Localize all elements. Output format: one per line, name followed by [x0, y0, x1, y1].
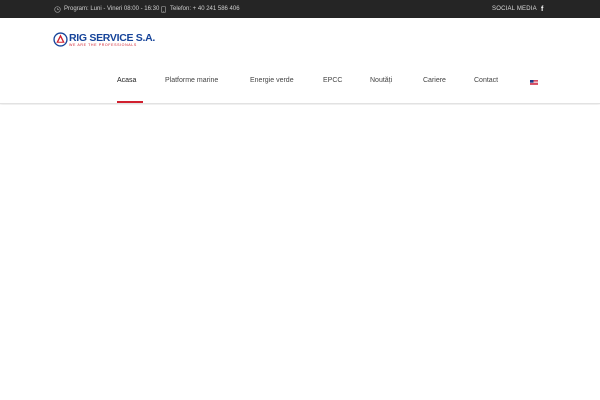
- active-nav-indicator: [117, 101, 143, 103]
- us-flag-icon[interactable]: [530, 80, 538, 85]
- nav-item-epcc[interactable]: EPCC: [323, 74, 342, 104]
- schedule-text: Program: Luni - Vineri 08:00 - 16:30: [64, 6, 160, 12]
- company-logo[interactable]: RIG SERVICE S.A. WE ARE THE PROFESSIONAL…: [53, 32, 155, 48]
- nav-item-contact[interactable]: Contact: [474, 74, 498, 104]
- nav-item-energie-verde[interactable]: Energie verde: [250, 74, 294, 104]
- schedule-info: Program: Luni - Vineri 08:00 - 16:30: [54, 0, 159, 18]
- facebook-icon[interactable]: f: [541, 0, 543, 18]
- main-content: [0, 105, 600, 400]
- nav-item-platforme-marine[interactable]: Platforme marine: [165, 74, 218, 104]
- nav-item-cariere[interactable]: Cariere: [423, 74, 446, 104]
- phone-text[interactable]: Telefon: + 40 241 586 406: [170, 6, 240, 12]
- phone-info: Telefon: + 40 241 586 406: [160, 0, 240, 18]
- social-media-label: SOCIAL MEDIA: [492, 6, 537, 12]
- site-header: RIG SERVICE S.A. WE ARE THE PROFESSIONAL…: [0, 18, 600, 104]
- clock-icon: [54, 5, 61, 13]
- main-navigation: Acasa Platforme marine Energie verde EPC…: [0, 74, 600, 104]
- top-info-bar: Program: Luni - Vineri 08:00 - 16:30 Tel…: [0, 0, 600, 18]
- logo-tagline: WE ARE THE PROFESSIONALS: [69, 42, 137, 47]
- phone-icon: [160, 5, 167, 13]
- nav-item-noutati[interactable]: Noutăți: [370, 74, 392, 104]
- logo-emblem-icon: [53, 32, 68, 47]
- nav-item-acasa[interactable]: Acasa: [117, 74, 136, 104]
